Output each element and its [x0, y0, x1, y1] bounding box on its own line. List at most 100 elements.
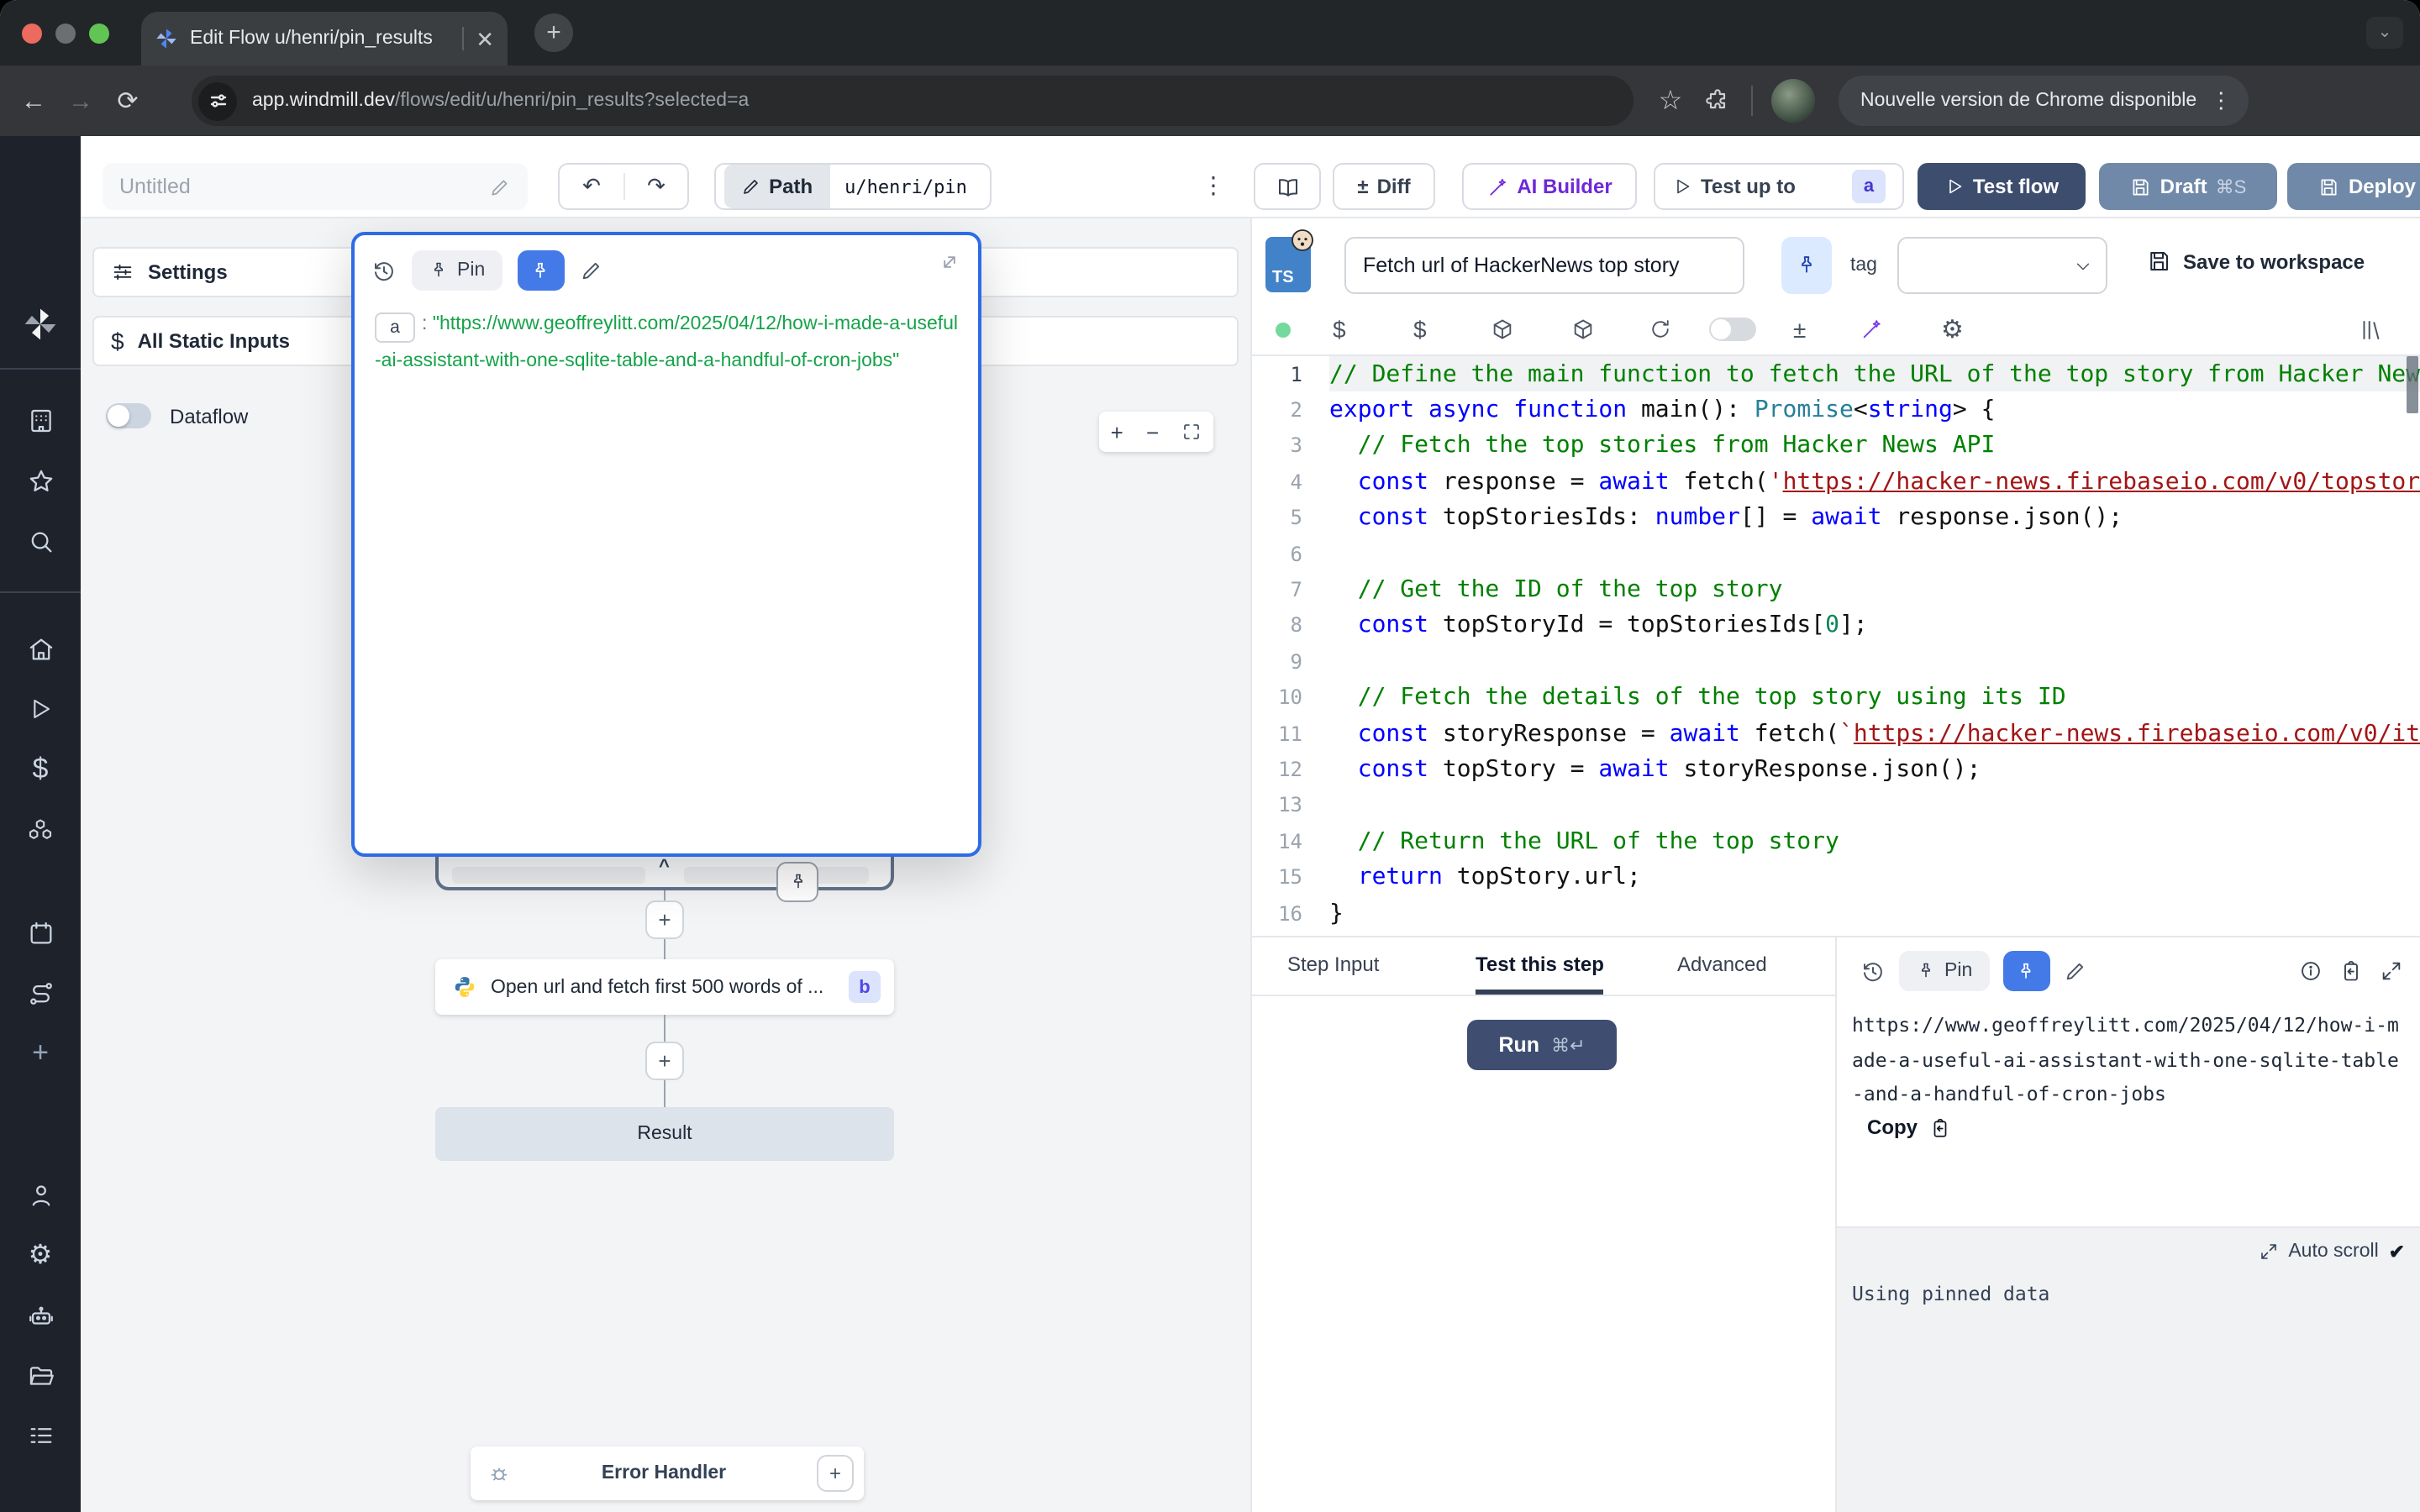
- forward-button[interactable]: →: [57, 87, 104, 115]
- zoom-window-button[interactable]: [89, 24, 109, 44]
- resources-dollar-icon[interactable]: $: [1413, 302, 1427, 356]
- edit-pencil-icon[interactable]: [579, 259, 602, 282]
- zoom-out-icon[interactable]: −: [1146, 419, 1159, 444]
- flow-name-field[interactable]: Untitled: [103, 163, 528, 210]
- copy-button[interactable]: Copy: [1867, 1116, 1951, 1139]
- search-icon[interactable]: [0, 516, 81, 566]
- person-icon[interactable]: [0, 1169, 81, 1220]
- arg-key-badge: a: [375, 312, 415, 343]
- auto-scroll-control[interactable]: Auto scroll ✔: [2258, 1240, 2405, 1263]
- editor-settings-gear-icon[interactable]: ⚙: [1941, 302, 1964, 356]
- address-bar[interactable]: app.windmill.dev/flows/edit/u/henri/pin_…: [192, 76, 1634, 126]
- auto-scroll-label: Auto scroll: [2288, 1242, 2378, 1262]
- checkmark-icon[interactable]: ✔: [2389, 1240, 2405, 1263]
- add-error-handler-button[interactable]: +: [817, 1455, 854, 1492]
- more-options-icon[interactable]: ⋮: [1202, 171, 1225, 200]
- extensions-icon[interactable]: [1704, 87, 1731, 114]
- path-button[interactable]: Path u/henri/pin: [714, 163, 992, 210]
- site-settings-icon[interactable]: [198, 81, 237, 120]
- expand-icon[interactable]: [2258, 1242, 2278, 1262]
- profile-avatar[interactable]: [1771, 79, 1815, 123]
- diff-button[interactable]: ±Diff: [1333, 163, 1435, 210]
- browser-tab[interactable]: Edit Flow u/henri/pin_results ✕: [141, 12, 508, 66]
- docs-book-button[interactable]: [1254, 163, 1321, 210]
- run-button[interactable]: Run⌘↵: [1467, 1020, 1617, 1070]
- new-tab-button[interactable]: +: [534, 13, 573, 52]
- plus-icon[interactable]: +: [0, 1028, 81, 1079]
- back-button[interactable]: ←: [10, 87, 57, 115]
- ai-builder-button[interactable]: AI Builder: [1462, 163, 1637, 210]
- sliders-icon: [111, 260, 134, 284]
- undo-button[interactable]: ↶: [560, 173, 625, 200]
- test-flow-button[interactable]: Test flow: [1918, 163, 2086, 210]
- reload-button[interactable]: ⟳: [104, 86, 151, 116]
- package-icon[interactable]: [1571, 302, 1595, 356]
- python-icon: [452, 974, 477, 1000]
- dollar-icon[interactable]: $: [0, 744, 81, 795]
- reload-icon[interactable]: [1649, 302, 1672, 356]
- history-icon[interactable]: [371, 258, 397, 283]
- zoom-in-icon[interactable]: +: [1111, 419, 1123, 444]
- tag-select[interactable]: [1897, 237, 2107, 294]
- step-pin-button[interactable]: [1781, 237, 1832, 294]
- tab-test-this-step[interactable]: Test this step: [1476, 953, 1604, 995]
- list-icon[interactable]: [0, 1410, 81, 1460]
- test-up-to-button[interactable]: Test up to a: [1654, 163, 1904, 210]
- error-handler-node[interactable]: Error Handler +: [471, 1446, 864, 1500]
- wand-icon: [1486, 176, 1508, 197]
- home-icon[interactable]: [0, 623, 81, 674]
- info-icon[interactable]: [2299, 959, 2323, 983]
- robot-icon[interactable]: [0, 1290, 81, 1341]
- minimize-window-button[interactable]: [55, 24, 76, 44]
- redo-button[interactable]: ↷: [625, 173, 687, 200]
- flow-result-node[interactable]: Result: [435, 1107, 894, 1161]
- star-icon[interactable]: [0, 455, 81, 506]
- calendar-icon[interactable]: [0, 907, 81, 958]
- variables-dollar-icon[interactable]: $: [1333, 302, 1346, 356]
- cubes-icon[interactable]: [0, 806, 81, 857]
- history-icon[interactable]: [1860, 958, 1886, 984]
- windmill-logo[interactable]: [0, 299, 81, 349]
- browser-menu-icon[interactable]: ⋮: [2210, 87, 2232, 114]
- save-to-workspace-button[interactable]: Save to workspace: [2146, 249, 2365, 274]
- dataflow-toggle[interactable]: [106, 403, 151, 428]
- editor-toggle[interactable]: [1709, 302, 1756, 356]
- draft-button[interactable]: Draft ⌘S: [2099, 163, 2277, 210]
- close-window-button[interactable]: [22, 24, 42, 44]
- collapse-chevron-icon[interactable]: ^: [659, 857, 670, 877]
- tab-step-input[interactable]: Step Input: [1287, 953, 1379, 990]
- pin-active-button[interactable]: [2002, 951, 2049, 991]
- expand-popup-icon[interactable]: [938, 250, 961, 274]
- tab-advanced[interactable]: Advanced: [1677, 953, 1767, 990]
- pin-toggle-button[interactable]: Pin: [1899, 951, 1989, 991]
- gear-icon[interactable]: ⚙: [0, 1230, 81, 1280]
- library-icon[interactable]: [2358, 302, 2383, 356]
- flow-node-b[interactable]: Open url and fetch first 500 words of ..…: [435, 959, 894, 1015]
- bookmark-star-icon[interactable]: ☆: [1647, 84, 1694, 118]
- building-icon[interactable]: [0, 395, 81, 445]
- insert-step-button[interactable]: +: [645, 1042, 684, 1080]
- edit-pencil-icon[interactable]: [2063, 959, 2086, 983]
- pin-toggle-button[interactable]: Pin: [412, 250, 502, 291]
- close-tab-icon[interactable]: ✕: [476, 28, 494, 50]
- node-pin-badge[interactable]: [776, 862, 818, 902]
- fullscreen-icon[interactable]: [2380, 959, 2403, 983]
- step-title-input[interactable]: [1344, 237, 1744, 294]
- ai-wand-icon[interactable]: [1860, 302, 1884, 356]
- edit-pencil-icon[interactable]: [489, 176, 511, 197]
- play-icon[interactable]: [0, 684, 81, 734]
- route-icon[interactable]: [0, 968, 81, 1018]
- deploy-button[interactable]: Deploy: [2287, 163, 2420, 210]
- save-icon: [2318, 176, 2340, 197]
- folder-icon[interactable]: [0, 1351, 81, 1401]
- chrome-update-button[interactable]: Nouvelle version de Chrome disponible ⋮: [1839, 76, 2249, 126]
- pin-active-button[interactable]: [517, 250, 564, 291]
- package-icon[interactable]: [1491, 302, 1514, 356]
- fit-view-icon[interactable]: [1181, 422, 1202, 442]
- diff-icon[interactable]: ±: [1793, 302, 1806, 356]
- tab-search-button[interactable]: ⌄: [2366, 17, 2403, 49]
- code-editor[interactable]: 1// Define the main function to fetch th…: [1252, 356, 2420, 936]
- clipboard-icon[interactable]: [2339, 959, 2363, 983]
- editor-scrollbar[interactable]: [2407, 356, 2418, 413]
- insert-step-button[interactable]: +: [645, 900, 684, 939]
